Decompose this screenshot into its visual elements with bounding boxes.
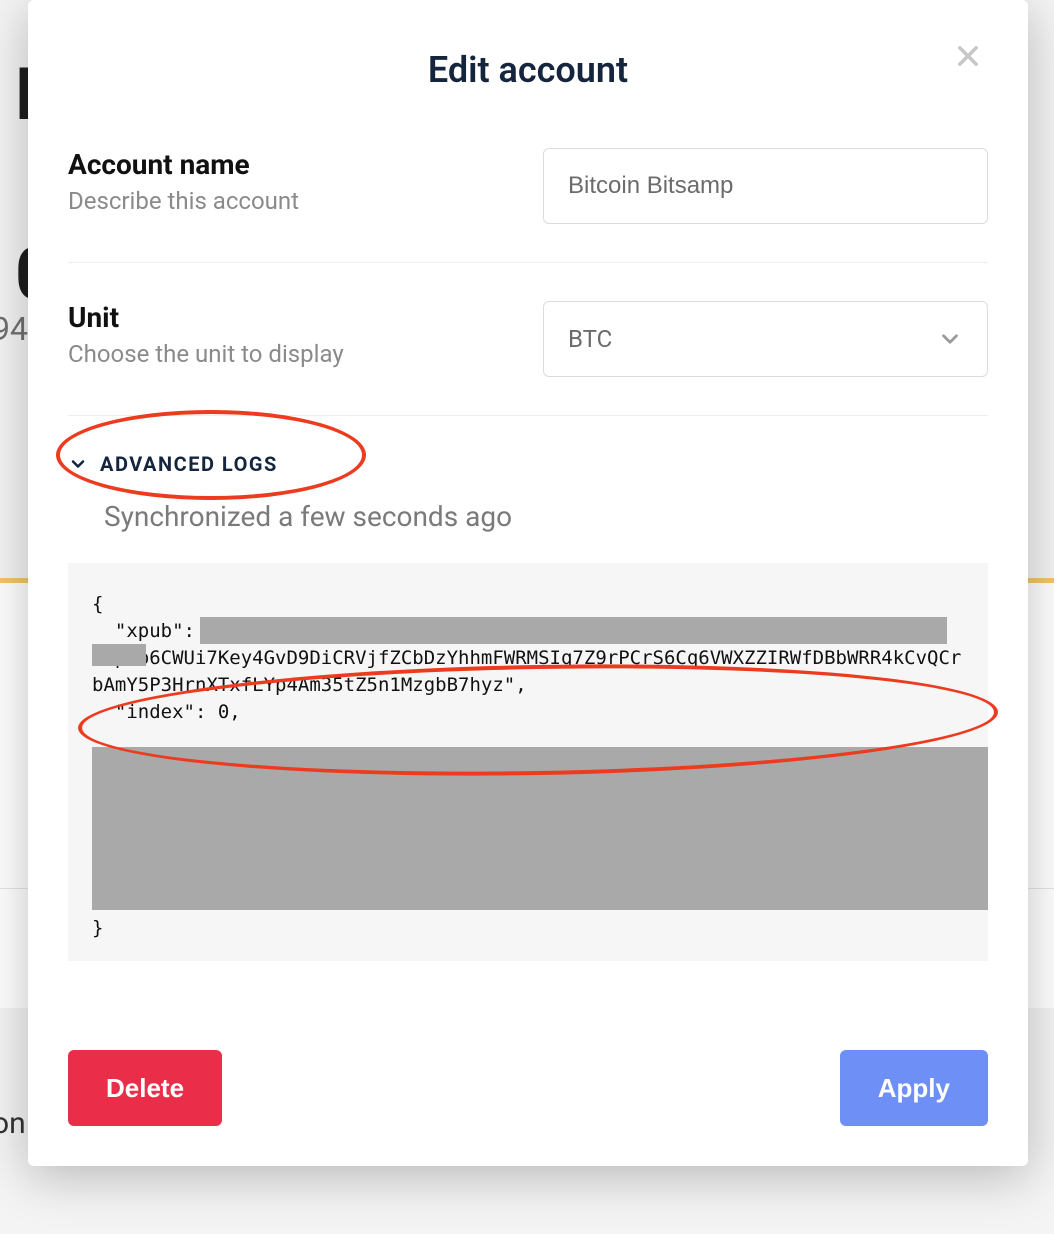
redaction-bar [92,747,988,910]
advanced-logs-toggle[interactable]: ADVANCED LOGS [68,452,988,476]
unit-selected-value: BTC [568,325,612,353]
close-button[interactable] [948,36,988,76]
account-name-label: Account name [68,148,523,181]
close-icon [954,42,982,70]
modal-header: Edit account [68,30,988,110]
unit-input-col: BTC [543,301,988,377]
delete-button[interactable]: Delete [68,1050,222,1126]
bg-glyph-3: 94 [0,310,28,348]
edit-account-modal: Edit account Account name Describe this … [28,0,1028,1166]
chevron-down-icon [937,326,963,352]
modal-actions: Delete Apply [68,1050,988,1126]
chevron-down-icon [68,454,88,474]
unit-sublabel: Choose the unit to display [68,340,523,368]
account-name-input-col [543,148,988,224]
advanced-logs-box: { "xpub": "xpub6CWUi7Key4GvD9DiCRVjfZCbD… [68,563,988,961]
sync-status: Synchronized a few seconds ago [104,500,988,533]
redaction-bar [92,644,146,666]
unit-label: Unit [68,301,523,334]
redaction-bar [200,617,947,644]
account-name-labels: Account name Describe this account [68,148,543,215]
unit-row: Unit Choose the unit to display BTC [68,263,988,416]
modal-title: Edit account [428,49,628,91]
account-name-sublabel: Describe this account [68,187,523,215]
bg-footer-text: on [0,1106,26,1141]
unit-select[interactable]: BTC [543,301,988,377]
apply-button[interactable]: Apply [840,1050,988,1126]
unit-labels: Unit Choose the unit to display [68,301,543,368]
account-name-row: Account name Describe this account [68,110,988,263]
advanced-logs-label: ADVANCED LOGS [100,452,278,476]
account-name-input[interactable] [543,148,988,224]
